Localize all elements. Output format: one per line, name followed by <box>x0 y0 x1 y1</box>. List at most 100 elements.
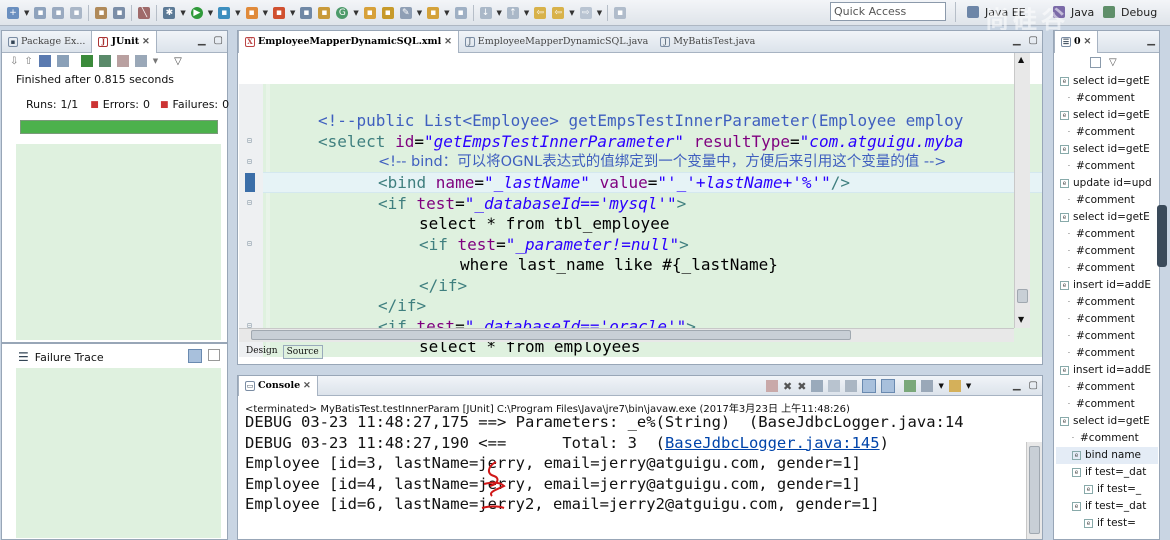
outline-item[interactable]: e select id=getE <box>1056 73 1158 90</box>
fold-icon[interactable]: ⊟ <box>247 136 252 145</box>
tab-source[interactable]: Source <box>282 345 323 359</box>
scroll-thumb[interactable] <box>1029 446 1040 534</box>
new-package-icon[interactable]: ▪ <box>300 6 313 19</box>
outline-item[interactable]: - #comment <box>1056 243 1158 260</box>
scroll-lock-icon[interactable] <box>56 55 69 67</box>
editor-vertical-scrollbar[interactable]: ▲ ▼ <box>1014 53 1030 328</box>
pin-editor-icon[interactable]: ▪ <box>614 6 627 19</box>
show-on-error-icon[interactable] <box>881 379 896 393</box>
chevron-down-icon[interactable]: ▼ <box>353 9 358 17</box>
console-vertical-scrollbar[interactable] <box>1026 442 1042 539</box>
prev-failure-icon[interactable]: ⇧ <box>24 56 32 67</box>
remove-all-icon[interactable]: ✖ <box>797 380 806 393</box>
open-console-icon[interactable] <box>948 380 961 392</box>
maximize-icon[interactable]: ▢ <box>1029 380 1038 391</box>
outline-item[interactable]: e if test=_dat <box>1056 498 1158 515</box>
history-icon[interactable] <box>134 55 147 67</box>
run-icon[interactable]: ▶ <box>190 6 203 19</box>
tab-junit[interactable]: J JUnit ✕ <box>91 30 157 53</box>
outline-item[interactable]: - #comment <box>1056 311 1158 328</box>
outline-item[interactable]: - #comment <box>1056 158 1158 175</box>
minimize-icon[interactable]: ▁ <box>198 35 206 46</box>
outline-item[interactable]: - #comment <box>1056 124 1158 141</box>
chevron-down-icon[interactable]: ▼ <box>153 57 158 65</box>
fold-icon[interactable]: ⊟ <box>247 198 252 207</box>
save-icon[interactable]: ▪ <box>34 6 47 19</box>
quick-access-input[interactable]: Quick Access <box>830 2 946 21</box>
fold-icon[interactable]: ⊟ <box>247 239 252 248</box>
console-output[interactable]: DEBUG 03-23 11:48:27,175 ==> Parameters:… <box>245 412 1023 539</box>
outline-item[interactable]: - #comment <box>1056 379 1158 396</box>
pin-console-icon[interactable] <box>904 380 917 392</box>
chevron-down-icon[interactable]: ▼ <box>263 9 268 17</box>
compare-icon[interactable] <box>208 349 220 361</box>
outline-item[interactable]: e insert id=addE <box>1056 362 1158 379</box>
tab-outline[interactable]: ☰ 0 ✕ <box>1054 31 1099 53</box>
chevron-down-icon[interactable]: ▼ <box>180 9 185 17</box>
minimize-icon[interactable]: ▁ <box>1013 35 1021 46</box>
tab-employee-mapper-xml[interactable]: X EmployeeMapperDynamicSQL.xml ✕ <box>238 31 459 53</box>
tab-package-explorer[interactable]: ▪ Package Ex... <box>2 31 91 53</box>
new-class-icon[interactable]: ▪ <box>318 6 331 19</box>
last-edit-icon[interactable]: ⇦ <box>534 6 547 19</box>
search-icon[interactable]: ✎ <box>399 6 412 19</box>
outline-item[interactable]: - #comment <box>1056 226 1158 243</box>
chevron-down-icon[interactable]: ▼ <box>24 9 29 17</box>
tab-design[interactable]: Design <box>243 345 281 359</box>
remove-launch-icon[interactable]: ✖ <box>783 380 792 393</box>
open-folder-icon[interactable]: ▪ <box>381 6 394 19</box>
maximize-icon[interactable]: ▢ <box>214 35 223 46</box>
filter-stack-icon[interactable] <box>188 349 202 363</box>
chevron-down-icon[interactable]: ▼ <box>444 9 449 17</box>
print-icon[interactable]: ▪ <box>70 6 83 19</box>
outline-item[interactable]: - #comment <box>1056 294 1158 311</box>
open-task-icon[interactable]: ▪ <box>95 6 108 19</box>
scroll-lock-icon[interactable] <box>828 380 841 392</box>
chevron-down-icon[interactable]: ▼ <box>597 9 602 17</box>
outline-item[interactable]: - #comment <box>1056 396 1158 413</box>
debug-icon[interactable]: ✱ <box>163 6 176 19</box>
refresh-icon[interactable]: G <box>336 6 349 19</box>
scroll-up-icon[interactable]: ▲ <box>1018 55 1024 64</box>
view-menu-icon[interactable]: ▽ <box>174 56 182 67</box>
rerun-failed-icon[interactable] <box>98 55 111 67</box>
chevron-down-icon[interactable]: ▼ <box>524 9 529 17</box>
outline-item[interactable]: e if test=_dat <box>1056 464 1158 481</box>
display-console-icon[interactable] <box>921 380 934 392</box>
outline-tree[interactable]: e select id=getE - #comment e select id=getE -… <box>1056 73 1158 532</box>
back-icon[interactable]: ⇦ <box>552 6 565 19</box>
tab-mybatis-test[interactable]: J MyBatisTest.java <box>654 31 761 53</box>
scroll-down-icon[interactable]: ▼ <box>1018 315 1024 324</box>
outline-item[interactable]: - #comment <box>1056 328 1158 345</box>
outline-item[interactable]: e update id=upd <box>1056 175 1158 192</box>
scroll-thumb[interactable] <box>1017 289 1028 303</box>
outline-item[interactable]: e insert id=addE <box>1056 277 1158 294</box>
close-icon[interactable]: ✕ <box>444 37 452 47</box>
chevron-down-icon[interactable]: ▼ <box>208 9 213 17</box>
view-menu-icon[interactable]: ▽ <box>1109 57 1117 68</box>
skip-breakpoints-icon[interactable]: ╲ <box>138 6 151 19</box>
chevron-down-icon[interactable]: ▼ <box>290 9 295 17</box>
show-failures-only-icon[interactable] <box>38 55 51 67</box>
chevron-down-icon[interactable]: ▼ <box>417 9 422 17</box>
external-tools-icon[interactable]: ▪ <box>218 6 231 19</box>
minimize-icon[interactable]: ▁ <box>1147 35 1155 46</box>
tab-console[interactable]: ▭ Console ✕ <box>238 376 318 396</box>
stop-icon[interactable] <box>116 55 129 67</box>
outline-item[interactable]: - #comment <box>1056 345 1158 362</box>
server-icon[interactable]: ▪ <box>245 6 258 19</box>
close-icon[interactable]: ✕ <box>142 37 150 47</box>
fold-icon[interactable]: ⊟ <box>247 157 252 166</box>
maximize-icon[interactable]: ▢ <box>1029 35 1038 46</box>
outline-item[interactable]: - #comment <box>1056 430 1158 447</box>
rerun-icon[interactable] <box>80 55 93 67</box>
outline-item[interactable]: - #comment <box>1056 192 1158 209</box>
outline-item[interactable]: e select id=getE <box>1056 413 1158 430</box>
outline-item[interactable]: e if test= <box>1056 515 1158 532</box>
outline-item[interactable]: - #comment <box>1056 90 1158 107</box>
outline-item[interactable]: e select id=getE <box>1056 209 1158 226</box>
word-wrap-icon[interactable] <box>845 380 858 392</box>
close-icon[interactable]: ✕ <box>303 381 311 391</box>
outline-item[interactable]: e bind name <box>1056 447 1158 464</box>
scroll-thumb[interactable] <box>251 330 851 340</box>
